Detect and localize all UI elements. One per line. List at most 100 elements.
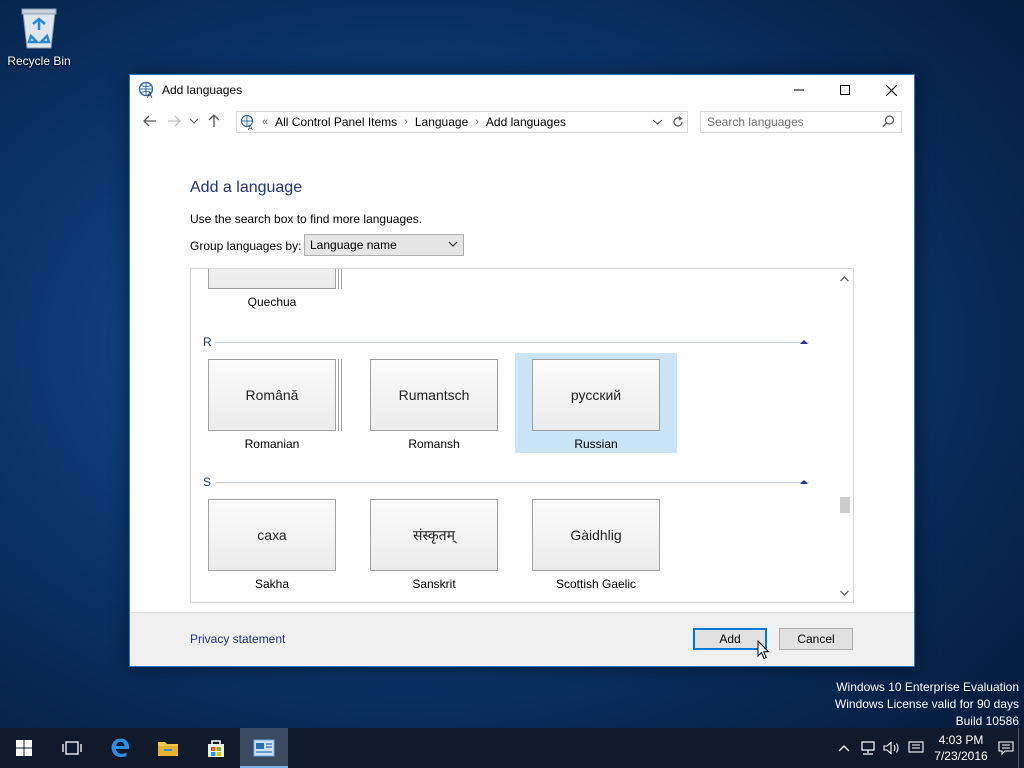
show-hidden-icons-button[interactable] (832, 728, 856, 768)
folder-icon (158, 742, 178, 756)
address-dropdown-button[interactable] (649, 114, 665, 130)
language-card: Rumantsch (370, 359, 498, 431)
back-button[interactable] (138, 109, 162, 133)
minimize-icon (794, 89, 804, 91)
section-letter: S (203, 475, 212, 489)
language-card: संस्कृतम् (370, 499, 498, 571)
svg-text:A: A (248, 125, 253, 130)
content-area: Add a language Use the search box to fin… (130, 137, 914, 613)
language-tile-sanskrit[interactable]: संस्कृतम् Sanskrit (353, 493, 515, 593)
mouse-cursor-icon (757, 640, 770, 660)
windows-logo-icon (16, 740, 32, 756)
chevron-down-icon (652, 119, 662, 125)
language-tile-sakha[interactable]: саха Sakha (191, 493, 353, 593)
language-name: Scottish Gaelic (555, 577, 637, 591)
start-button[interactable] (0, 728, 48, 768)
control-panel-taskbar-button[interactable] (240, 728, 288, 768)
ime-button[interactable] (904, 728, 928, 768)
breadcrumb-separator-icon[interactable]: › (475, 116, 479, 128)
scroll-down-button[interactable] (836, 584, 853, 601)
clock-time: 4:03 PM (938, 733, 984, 747)
store-button[interactable] (192, 728, 240, 768)
language-card: Română (208, 359, 336, 431)
refresh-button[interactable] (668, 111, 688, 133)
scroll-thumb[interactable] (840, 497, 850, 513)
search-icon[interactable] (882, 115, 895, 128)
minimize-button[interactable] (776, 75, 822, 105)
collapse-section-icon[interactable] (799, 477, 809, 487)
recent-locations-button[interactable] (186, 109, 202, 133)
recycle-bin-desktop-icon[interactable]: Recycle Bin (4, 6, 74, 68)
breadcrumb-separator-icon[interactable]: › (404, 116, 408, 128)
close-button[interactable] (868, 75, 914, 105)
search-box[interactable] (700, 111, 902, 133)
language-card: русский (532, 359, 660, 431)
section-header-s: S (203, 475, 829, 489)
language-tile-russian[interactable]: русский Russian (515, 353, 677, 453)
add-languages-window: A Add languages A « All Control Panel It… (129, 74, 915, 667)
edge-browser-button[interactable] (96, 728, 144, 768)
breadcrumb-add-languages[interactable]: Add languages (486, 115, 566, 129)
cancel-button[interactable]: Cancel (779, 628, 853, 650)
file-explorer-button[interactable] (144, 728, 192, 768)
language-name: Sakha (254, 577, 290, 591)
language-app-icon: A (138, 81, 154, 99)
group-by-label: Group languages by: (190, 239, 302, 253)
language-card: Gàidhlig (532, 499, 660, 571)
window-title: Add languages (162, 83, 243, 97)
chevron-down-icon (840, 590, 849, 596)
add-button[interactable]: Add (693, 628, 767, 650)
breadcrumb-language[interactable]: Language (415, 115, 468, 129)
language-name: Sanskrit (412, 577, 456, 591)
address-bar[interactable]: A « All Control Panel Items › Language ›… (236, 111, 688, 133)
navigation-bar: A « All Control Panel Items › Language ›… (130, 105, 914, 137)
taskbar-clock[interactable]: 4:03 PM 7/23/2016 (928, 732, 994, 764)
recycle-bin-label: Recycle Bin (7, 54, 71, 68)
page-title: Add a language (190, 179, 303, 196)
language-tile-romanian[interactable]: Română Romanian (191, 353, 353, 453)
chevron-up-icon (840, 275, 849, 281)
breadcrumb-overflow[interactable]: « (262, 116, 268, 128)
windows-evaluation-watermark: Windows 10 Enterprise Evaluation Windows… (835, 679, 1019, 730)
language-name: Romansh (408, 437, 460, 451)
language-list: Quechua R Română Romanian Rumantsch Roma… (190, 268, 854, 603)
forward-arrow-icon (168, 115, 181, 127)
task-view-button[interactable] (48, 728, 96, 768)
volume-button[interactable] (880, 728, 904, 768)
chevron-down-icon (190, 118, 198, 124)
language-name: Quechua (247, 295, 297, 309)
language-tile-scottish-gaelic[interactable]: Gàidhlig Scottish Gaelic (515, 493, 677, 593)
watermark-edition: Windows 10 Enterprise Evaluation (836, 680, 1019, 694)
task-view-icon (62, 741, 82, 755)
up-arrow-icon (208, 114, 220, 127)
system-tray: 4:03 PM 7/23/2016 (832, 728, 1024, 768)
breadcrumb-all-control-panel-items[interactable]: All Control Panel Items (275, 115, 397, 129)
section-divider (215, 342, 809, 343)
collapse-section-icon[interactable] (799, 337, 809, 347)
language-tile-romansh[interactable]: Rumantsch Romansh (353, 353, 515, 453)
group-by-selected-value: Language name (310, 238, 397, 252)
search-input[interactable] (701, 115, 876, 129)
back-arrow-icon (143, 115, 156, 127)
dialog-footer: Privacy statement Add Cancel (130, 612, 914, 666)
language-tile-quechua[interactable]: Quechua (191, 269, 353, 311)
show-desktop-button[interactable] (1018, 728, 1024, 768)
up-button[interactable] (202, 109, 226, 133)
network-button[interactable] (856, 728, 880, 768)
action-center-button[interactable] (994, 728, 1018, 768)
scroll-up-button[interactable] (836, 270, 853, 287)
vertical-scrollbar[interactable] (836, 269, 853, 602)
speaker-icon (883, 741, 899, 755)
keyboard-icon (908, 741, 924, 753)
language-card: саха (208, 499, 336, 571)
maximize-icon (840, 85, 850, 95)
forward-button[interactable] (162, 109, 186, 133)
control-panel-icon: A (240, 114, 254, 130)
privacy-statement-link[interactable]: Privacy statement (190, 632, 285, 646)
maximize-button[interactable] (822, 75, 868, 105)
close-icon (885, 84, 897, 96)
chevron-up-icon (838, 745, 850, 752)
title-bar[interactable]: A Add languages (130, 75, 914, 105)
group-by-dropdown[interactable]: Language name (304, 234, 464, 256)
section-divider (215, 482, 809, 483)
